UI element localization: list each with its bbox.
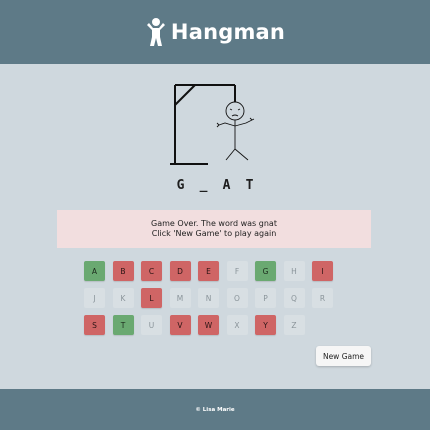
- word-display: G _ A T: [0, 178, 430, 196]
- stick-figure-icon: [146, 18, 165, 46]
- hangman-drawing: [170, 84, 255, 165]
- key-u[interactable]: U: [141, 315, 162, 335]
- gallows: [170, 84, 236, 165]
- key-g[interactable]: G: [255, 261, 276, 281]
- figure-hand-left: [216, 122, 220, 128]
- figure-arm-right: [234, 119, 253, 127]
- gallows-brace: [174, 84, 196, 106]
- key-f[interactable]: F: [226, 261, 248, 281]
- game-over-message: Game Over. The word was gnat Click 'New …: [57, 210, 371, 248]
- key-e[interactable]: E: [198, 261, 219, 281]
- figure-hand-right: [249, 117, 255, 121]
- key-z[interactable]: Z: [283, 315, 305, 335]
- word-letter: G: [176, 178, 185, 193]
- key-i[interactable]: I: [312, 261, 333, 281]
- logo: Hangman: [145, 17, 285, 47]
- figure-arm-left: [218, 122, 236, 127]
- figure-eye-right: [237, 108, 241, 111]
- key-j[interactable]: J: [84, 288, 105, 308]
- header: Hangman: [0, 0, 430, 64]
- key-m[interactable]: M: [169, 288, 191, 308]
- key-s[interactable]: S: [84, 315, 105, 335]
- key-h[interactable]: H: [283, 261, 305, 281]
- figure-leg-left: [225, 148, 236, 161]
- figure-leg-right: [234, 148, 249, 161]
- key-b[interactable]: B: [112, 261, 134, 281]
- word-letter: T: [245, 178, 254, 193]
- key-v[interactable]: V: [169, 315, 191, 335]
- key-w[interactable]: W: [198, 315, 219, 335]
- stick-figure: [216, 101, 255, 161]
- key-t[interactable]: T: [112, 315, 134, 335]
- key-o[interactable]: O: [226, 288, 248, 308]
- key-a[interactable]: A: [84, 261, 105, 281]
- key-n[interactable]: N: [198, 288, 219, 308]
- letter-keyboard: ABCDEFGHI JKLMNOPQR STUVWXYZ: [84, 261, 338, 335]
- key-x[interactable]: X: [226, 315, 248, 335]
- figure-eye-left: [229, 108, 233, 111]
- message-line-2: Click 'New Game' to play again: [151, 229, 277, 238]
- key-y[interactable]: Y: [255, 315, 276, 335]
- footer-credit: © Lisa Marie: [195, 406, 235, 413]
- key-c[interactable]: C: [141, 261, 162, 281]
- word-letter: _: [199, 178, 208, 193]
- key-p[interactable]: P: [255, 288, 276, 308]
- key-q[interactable]: Q: [283, 288, 305, 308]
- new-game-button[interactable]: New Game: [316, 346, 371, 366]
- key-l[interactable]: L: [141, 288, 162, 308]
- footer: © Lisa Marie: [0, 389, 430, 430]
- key-d[interactable]: D: [169, 261, 191, 281]
- app-title: Hangman: [170, 20, 286, 44]
- message-line-1: Game Over. The word was gnat: [151, 219, 277, 228]
- figure-mouth: [231, 114, 239, 117]
- key-r[interactable]: R: [312, 288, 333, 308]
- key-k[interactable]: K: [112, 288, 134, 308]
- word-letter: A: [222, 178, 231, 193]
- figure-head: [225, 101, 245, 121]
